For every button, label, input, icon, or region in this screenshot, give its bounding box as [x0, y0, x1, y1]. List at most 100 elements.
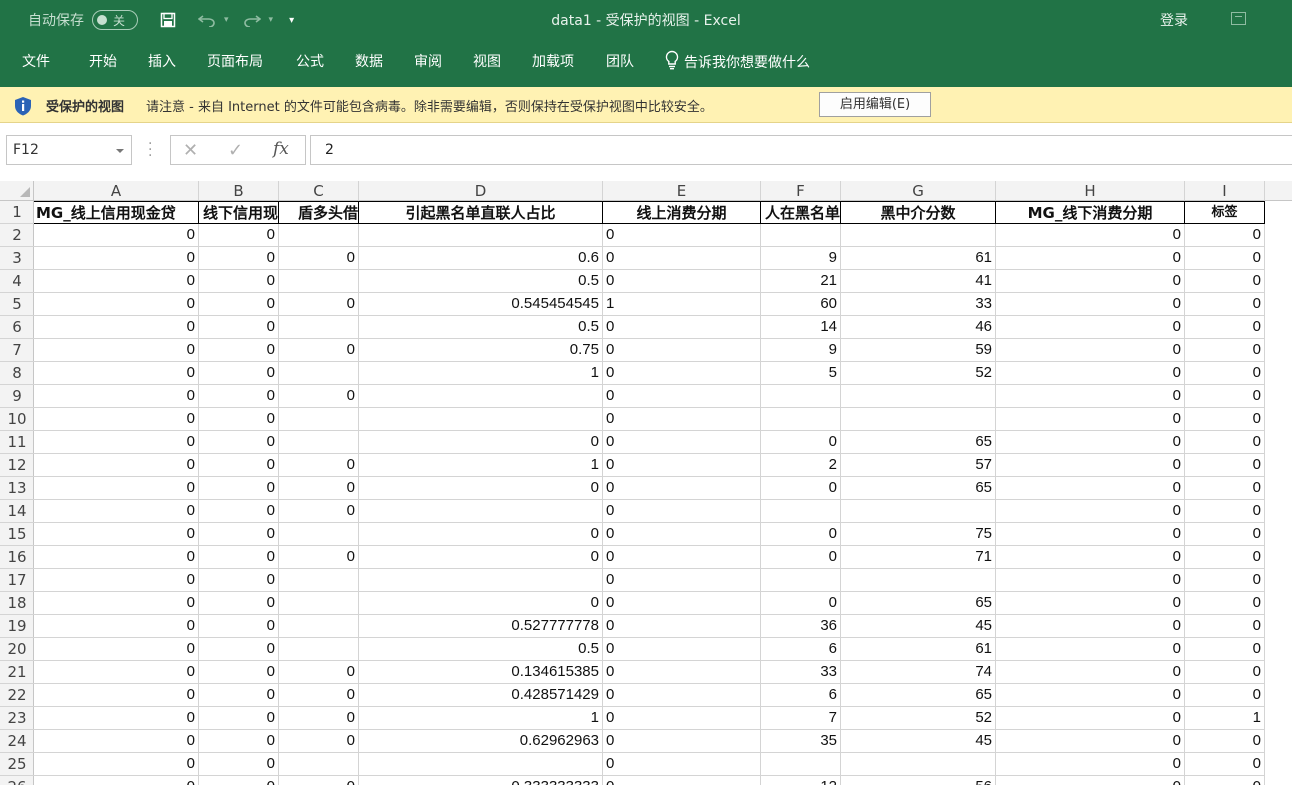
- cell-c4[interactable]: [279, 270, 359, 293]
- cell-h12[interactable]: 0: [996, 454, 1185, 477]
- cell-i20[interactable]: 0: [1185, 638, 1265, 661]
- cell-c25[interactable]: [279, 753, 359, 776]
- cell-h5[interactable]: 0: [996, 293, 1185, 316]
- cell-h24[interactable]: 0: [996, 730, 1185, 753]
- cell-g23[interactable]: 52: [841, 707, 996, 730]
- cell-h20[interactable]: 0: [996, 638, 1185, 661]
- row-header-7[interactable]: 7: [0, 339, 34, 362]
- cell-g22[interactable]: 65: [841, 684, 996, 707]
- cell-b2[interactable]: 0: [199, 224, 279, 247]
- row-header-12[interactable]: 12: [0, 454, 34, 477]
- cell-e5[interactable]: 1: [603, 293, 761, 316]
- customize-qat-icon[interactable]: ▾: [289, 15, 294, 26]
- cell-f11[interactable]: 0: [761, 431, 841, 454]
- cell-f8[interactable]: 5: [761, 362, 841, 385]
- row-header-10[interactable]: 10: [0, 408, 34, 431]
- cell-c5[interactable]: 0: [279, 293, 359, 316]
- cell-d17[interactable]: [359, 569, 603, 592]
- cell-d5[interactable]: 0.545454545: [359, 293, 603, 316]
- cell-c14[interactable]: 0: [279, 500, 359, 523]
- cell-a25[interactable]: 0: [34, 753, 199, 776]
- tab-insert[interactable]: 插入: [148, 51, 176, 73]
- cell-f13[interactable]: 0: [761, 477, 841, 500]
- cell-b10[interactable]: 0: [199, 408, 279, 431]
- cell-a12[interactable]: 0: [34, 454, 199, 477]
- cell-i21[interactable]: 0: [1185, 661, 1265, 684]
- enable-editing-button[interactable]: 启用编辑(E): [819, 92, 931, 117]
- cell-d9[interactable]: [359, 385, 603, 408]
- column-header-d[interactable]: D: [359, 181, 603, 201]
- cell-h15[interactable]: 0: [996, 523, 1185, 546]
- cell-f14[interactable]: [761, 500, 841, 523]
- cell-f16[interactable]: 0: [761, 546, 841, 569]
- cell-a22[interactable]: 0: [34, 684, 199, 707]
- cell-d15[interactable]: 0: [359, 523, 603, 546]
- cell-c19[interactable]: [279, 615, 359, 638]
- cell-i13[interactable]: 0: [1185, 477, 1265, 500]
- cell-i22[interactable]: 0: [1185, 684, 1265, 707]
- cell-e15[interactable]: 0: [603, 523, 761, 546]
- cell-e22[interactable]: 0: [603, 684, 761, 707]
- cell-e26[interactable]: 0: [603, 776, 761, 785]
- cell-a7[interactable]: 0: [34, 339, 199, 362]
- cell-f23[interactable]: 7: [761, 707, 841, 730]
- cell-h21[interactable]: 0: [996, 661, 1185, 684]
- row-header-22[interactable]: 22: [0, 684, 34, 707]
- cell-c10[interactable]: [279, 408, 359, 431]
- formula-input[interactable]: 2: [310, 135, 1292, 165]
- cell-g14[interactable]: [841, 500, 996, 523]
- cell-g8[interactable]: 52: [841, 362, 996, 385]
- cell-h18[interactable]: 0: [996, 592, 1185, 615]
- cell-f4[interactable]: 21: [761, 270, 841, 293]
- cell-e17[interactable]: 0: [603, 569, 761, 592]
- cell-b17[interactable]: 0: [199, 569, 279, 592]
- insert-function-icon[interactable]: fx: [273, 139, 289, 159]
- cell-i24[interactable]: 0: [1185, 730, 1265, 753]
- tab-data[interactable]: 数据: [355, 51, 383, 73]
- tab-add-ins[interactable]: 加载项: [532, 51, 574, 73]
- cell-h10[interactable]: 0: [996, 408, 1185, 431]
- row-header-6[interactable]: 6: [0, 316, 34, 339]
- cell-f9[interactable]: [761, 385, 841, 408]
- cell-g19[interactable]: 45: [841, 615, 996, 638]
- cell-a4[interactable]: 0: [34, 270, 199, 293]
- cell-c20[interactable]: [279, 638, 359, 661]
- cell-b9[interactable]: 0: [199, 385, 279, 408]
- header-cell-i[interactable]: 标签: [1185, 201, 1265, 224]
- cell-a13[interactable]: 0: [34, 477, 199, 500]
- cell-e12[interactable]: 0: [603, 454, 761, 477]
- cell-f5[interactable]: 60: [761, 293, 841, 316]
- cell-e13[interactable]: 0: [603, 477, 761, 500]
- cell-f24[interactable]: 35: [761, 730, 841, 753]
- cell-g10[interactable]: [841, 408, 996, 431]
- chevron-down-icon[interactable]: [116, 149, 124, 153]
- cell-i8[interactable]: 0: [1185, 362, 1265, 385]
- cell-b5[interactable]: 0: [199, 293, 279, 316]
- row-header-19[interactable]: 19: [0, 615, 34, 638]
- column-header-a[interactable]: A: [34, 181, 199, 201]
- cell-e6[interactable]: 0: [603, 316, 761, 339]
- row-header-11[interactable]: 11: [0, 431, 34, 454]
- cell-b23[interactable]: 0: [199, 707, 279, 730]
- cell-h23[interactable]: 0: [996, 707, 1185, 730]
- cell-f12[interactable]: 2: [761, 454, 841, 477]
- cell-d18[interactable]: 0: [359, 592, 603, 615]
- cell-a23[interactable]: 0: [34, 707, 199, 730]
- cell-h11[interactable]: 0: [996, 431, 1185, 454]
- cell-d13[interactable]: 0: [359, 477, 603, 500]
- column-header-h[interactable]: H: [996, 181, 1185, 201]
- cell-g17[interactable]: [841, 569, 996, 592]
- cell-g13[interactable]: 65: [841, 477, 996, 500]
- cell-i5[interactable]: 0: [1185, 293, 1265, 316]
- header-cell-c[interactable]: 盾多头借: [279, 201, 359, 224]
- cell-i18[interactable]: 0: [1185, 592, 1265, 615]
- cell-h14[interactable]: 0: [996, 500, 1185, 523]
- cell-a3[interactable]: 0: [34, 247, 199, 270]
- cell-g3[interactable]: 61: [841, 247, 996, 270]
- column-header-f[interactable]: F: [761, 181, 841, 201]
- row-header-4[interactable]: 4: [0, 270, 34, 293]
- cell-c18[interactable]: [279, 592, 359, 615]
- cell-d26[interactable]: 0.333333333: [359, 776, 603, 785]
- save-icon[interactable]: [160, 12, 176, 28]
- cell-e3[interactable]: 0: [603, 247, 761, 270]
